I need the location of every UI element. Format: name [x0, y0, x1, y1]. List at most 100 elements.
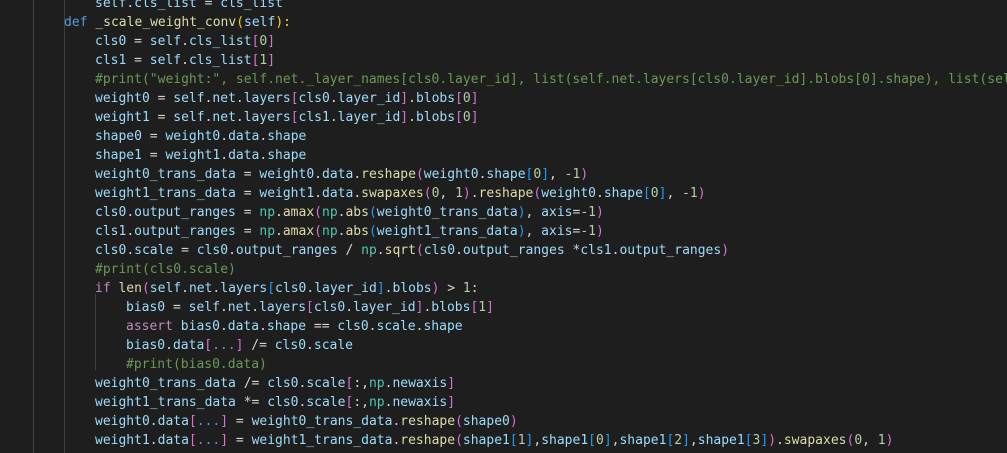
code-token: :, — [353, 376, 369, 391]
code-token: layer_id — [337, 110, 401, 125]
code-line[interactable]: self.cls_list = cls_list — [95, 0, 283, 13]
code-token: *= — [235, 395, 268, 410]
code-line[interactable]: weight1_trans_data = weight1.data.swapax… — [95, 184, 706, 203]
code-line[interactable]: cls1 = self.cls_list[1] — [95, 51, 275, 70]
code-token: data — [322, 186, 354, 201]
code-line[interactable]: #print(cls0.scale) — [95, 260, 236, 279]
code-line[interactable]: weight1 = self.net.layers[cls1.layer_id]… — [95, 108, 479, 127]
code-token: data — [228, 129, 260, 144]
code-token: . — [345, 300, 354, 315]
code-line[interactable]: weight0.data[...] = weight0_trans_data.r… — [95, 412, 518, 431]
code-token: scale — [313, 338, 354, 353]
code-token: 1 — [455, 186, 463, 201]
code-token: shape0 — [95, 129, 142, 144]
code-token: cls0 — [423, 243, 456, 258]
code-token: . — [353, 167, 362, 182]
code-token: assert — [126, 319, 173, 334]
code-token: = — [228, 414, 252, 429]
code-token: shape1 — [619, 433, 667, 448]
code-token: ... — [196, 414, 221, 429]
code-token: ) — [595, 205, 604, 220]
code-token: 2 — [674, 433, 683, 448]
code-token: ] — [470, 91, 479, 106]
code-token: [ — [588, 433, 596, 448]
code-token: = — [165, 300, 189, 315]
code-token: ): — [275, 15, 291, 30]
code-line[interactable]: bias0 = self.net.layers[cls0.layer_id].b… — [126, 298, 494, 317]
code-token: scale — [134, 243, 174, 258]
code-token: data — [157, 414, 189, 429]
code-token: 0 — [533, 167, 542, 182]
code-line[interactable]: if len(self.net.layers[cls0.layer_id].bl… — [95, 279, 479, 298]
code-token: #print("weight:", self.net._layer_names[… — [95, 72, 1007, 87]
code-token: ) — [580, 167, 589, 182]
code-line[interactable]: cls0 = self.cls_list[0] — [95, 32, 275, 51]
code-line[interactable]: #print("weight:", self.net._layer_names[… — [95, 70, 1007, 89]
code-token: ] — [376, 281, 385, 296]
code-line[interactable]: weight0_trans_data /= cls0.scale[:,np.ne… — [95, 374, 455, 393]
code-line[interactable]: assert bias0.data.shape == cls0.scale.sh… — [126, 317, 463, 336]
code-token: . — [470, 186, 479, 201]
code-token: cls0 — [95, 243, 127, 258]
code-token: [ — [290, 110, 299, 125]
code-token: shape1 — [95, 148, 142, 163]
code-token: ] — [682, 433, 690, 448]
code-token: swapaxes — [361, 186, 424, 201]
code-token: layers — [220, 281, 268, 296]
code-token: * — [564, 243, 581, 258]
code-token: . — [306, 338, 314, 353]
code-token: blobs — [392, 281, 432, 296]
code-token: ( — [141, 281, 150, 296]
code-token: layer_id — [314, 281, 377, 296]
code-token: bias0 — [126, 300, 166, 315]
code-token: cls0 — [95, 34, 127, 49]
code-editor[interactable]: self.cls_list = cls_list def _scale_weigh… — [0, 0, 1007, 453]
code-token: ) — [885, 433, 894, 448]
code-line[interactable]: cls0.scale = cls0.output_ranges / np.sqr… — [95, 241, 729, 260]
code-token: . — [353, 186, 362, 201]
code-line[interactable]: weight1.data[...] = weight1_trans_data.r… — [95, 431, 893, 450]
code-line[interactable]: #print(bias0.data) — [126, 355, 267, 374]
code-token: np — [259, 205, 276, 220]
code-token: shape0 — [462, 414, 510, 429]
code-token: weight0 — [259, 167, 315, 182]
code-token: , — [525, 205, 542, 220]
code-token: [ — [204, 338, 213, 353]
code-token: = — [126, 34, 150, 49]
code-line[interactable]: cls0.output_ranges = np.amax(np.abs(weig… — [95, 203, 604, 222]
code-token: ( — [455, 433, 463, 448]
code-line[interactable]: bias0.data[...] /= cls0.scale — [126, 336, 353, 355]
code-token: = — [173, 243, 197, 258]
code-token: . — [235, 91, 244, 106]
code-token: reshape — [400, 414, 456, 429]
code-token: layers — [259, 300, 307, 315]
code-line[interactable]: shape0 = weight0.data.shape — [95, 127, 306, 146]
code-line[interactable]: cls1.output_ranges = np.amax(np.abs(weig… — [95, 222, 604, 241]
code-token: output_ranges — [235, 243, 338, 258]
code-token: weight1 — [95, 433, 150, 448]
code-line[interactable]: weight0_trans_data = weight0.data.reshap… — [95, 165, 588, 184]
code-line[interactable]: def _scale_weight_conv(self): — [64, 13, 291, 32]
code-token: . — [314, 167, 322, 182]
code-token: 1 — [517, 433, 526, 448]
code-token: weight0 — [95, 414, 150, 429]
code-token: weight1 — [95, 110, 150, 125]
code-token: ] — [267, 53, 276, 68]
code-line[interactable]: weight0 = self.net.layers[cls0.layer_id]… — [95, 89, 479, 108]
code-token: :, — [353, 395, 369, 410]
code-token: weight0_trans_data — [376, 205, 518, 220]
code-token: . — [376, 243, 385, 258]
code-token: weight0_trans_data — [95, 376, 236, 391]
code-line[interactable]: shape1 = weight1.data.shape — [95, 146, 306, 165]
code-token: weight1_trans_data — [376, 224, 518, 239]
code-token: cls0 — [275, 281, 307, 296]
code-token: . — [149, 414, 158, 429]
code-line[interactable]: weight1_trans_data *= cls0.scale[:,np.ne… — [95, 393, 455, 412]
code-token: cls_list — [188, 53, 252, 68]
code-token: , — [862, 433, 878, 448]
code-token: reshape — [400, 433, 456, 448]
code-token: . — [126, 0, 135, 11]
code-token: ] — [400, 110, 409, 125]
code-token: = — [235, 186, 260, 201]
